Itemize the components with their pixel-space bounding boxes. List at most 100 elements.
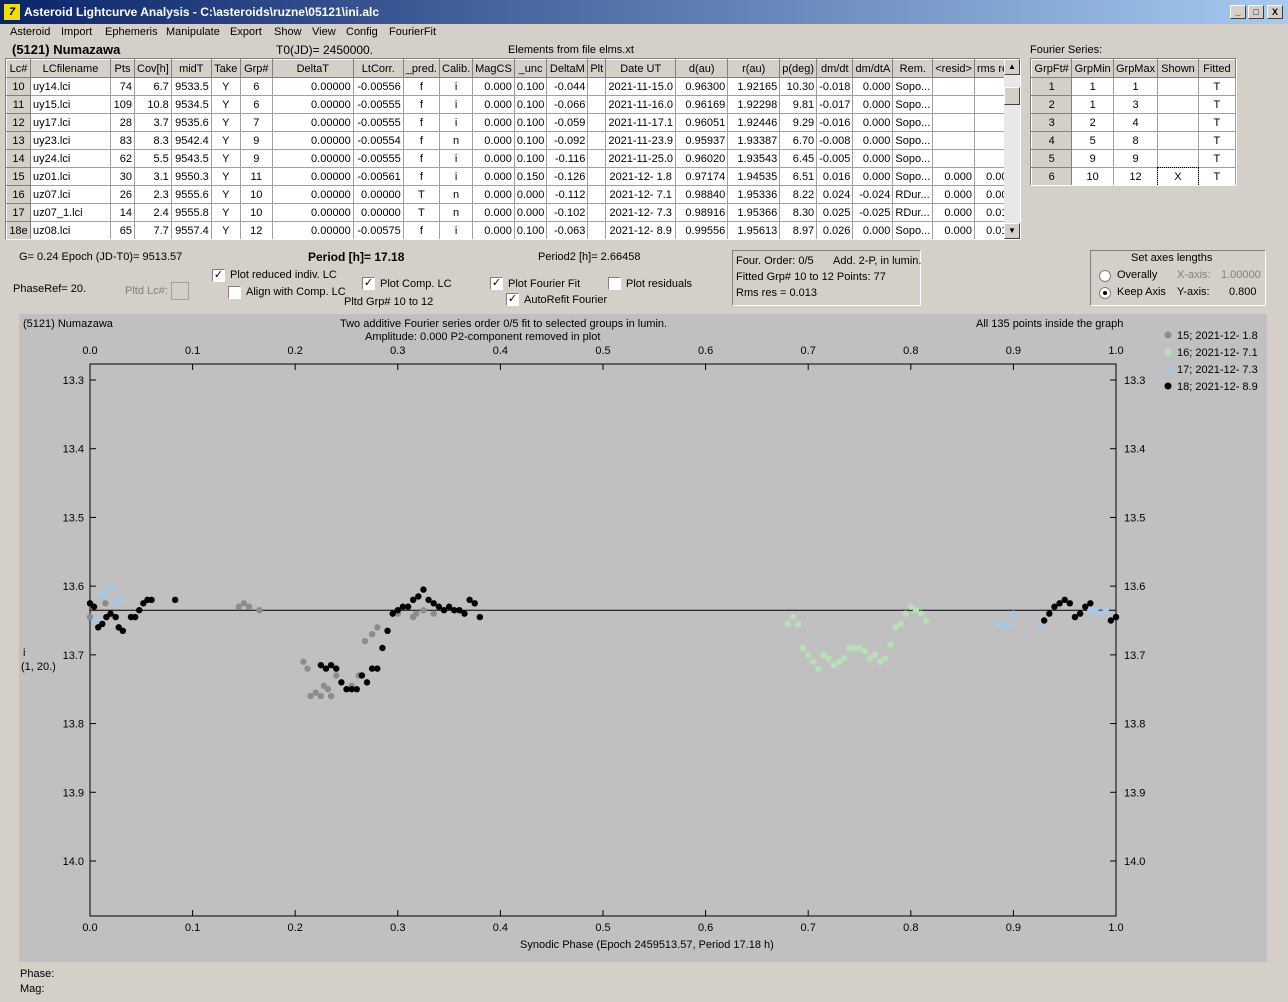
table-row[interactable]: 6 10 12 X T <box>1031 166 1236 185</box>
table-cell[interactable]: 4 <box>1112 113 1159 132</box>
table-cell[interactable]: uy23.lci <box>30 131 111 150</box>
table-cell[interactable]: 6.7 <box>134 77 172 96</box>
autorefit-checkbox[interactable]: ✓ <box>506 293 519 306</box>
table-cell[interactable]: 0.98840 <box>675 185 729 204</box>
fourier-column-header[interactable]: Shown <box>1157 59 1199 78</box>
table-cell[interactable]: 2021-12- 1.8 <box>605 167 677 186</box>
table-cell[interactable]: -0.00555 <box>352 113 404 132</box>
table-cell[interactable]: uy17.lci <box>30 113 111 132</box>
table-cell[interactable]: Sopo... <box>892 95 934 114</box>
table-cell[interactable]: 0.000 <box>472 221 515 239</box>
table-cell[interactable]: -0.00555 <box>352 95 404 114</box>
lc-column-header[interactable]: LCfilename <box>30 59 111 78</box>
table-cell[interactable]: i <box>438 113 474 132</box>
table-cell[interactable]: 0.000 <box>472 185 515 204</box>
table-cell[interactable]: 0.00000 <box>271 203 354 222</box>
table-cell[interactable]: T <box>402 185 441 204</box>
table-cell[interactable]: Y <box>210 113 241 132</box>
table-cell[interactable]: 0.00000 <box>271 149 354 168</box>
row-header[interactable]: 12 <box>6 113 31 132</box>
table-cell[interactable]: 10 <box>239 185 273 204</box>
fourier-column-header[interactable]: Fitted <box>1197 59 1236 78</box>
table-cell[interactable]: 0.96020 <box>675 149 729 168</box>
table-cell[interactable] <box>587 77 607 96</box>
row-header[interactable]: 18e <box>6 221 31 239</box>
table-cell[interactable] <box>1157 95 1199 114</box>
lc-column-header[interactable]: dm/dt <box>816 59 854 78</box>
table-cell[interactable]: 8.97 <box>779 221 818 239</box>
table-cell[interactable] <box>1157 149 1199 168</box>
table-cell[interactable]: 0.150 <box>513 167 548 186</box>
table-cell[interactable]: 6 <box>239 95 273 114</box>
table-cell[interactable]: 9550.3 <box>170 167 212 186</box>
table-row[interactable]: 213 T <box>1031 95 1236 114</box>
menu-export[interactable]: Export <box>230 26 262 38</box>
lightcurve-plot[interactable]: (5121) Numazawa Two additive Fourier ser… <box>19 314 1267 962</box>
lc-column-header[interactable]: Grp# <box>239 59 273 78</box>
row-header[interactable]: 1 <box>1031 77 1073 96</box>
lc-column-header[interactable]: Cov[h] <box>134 59 172 78</box>
table-cell[interactable]: -0.00554 <box>352 131 404 150</box>
table-cell[interactable]: uy14.lci <box>30 77 111 96</box>
table-cell[interactable]: 0.00000 <box>352 185 404 204</box>
table-cell[interactable]: -0.112 <box>546 185 589 204</box>
plot-comp-checkbox[interactable]: ✓ <box>362 277 375 290</box>
table-cell[interactable]: Sopo... <box>892 149 934 168</box>
table-cell[interactable]: 28 <box>110 113 135 132</box>
table-cell[interactable]: 0.016 <box>816 167 854 186</box>
table-cell[interactable]: 1 <box>1071 95 1114 114</box>
table-cell[interactable]: 2021-11-17.1 <box>605 113 677 132</box>
menu-fourierfit[interactable]: FourierFit <box>389 26 436 38</box>
table-cell[interactable]: 1.95336 <box>727 185 781 204</box>
table-cell[interactable]: 9542.4 <box>170 131 212 150</box>
table-cell[interactable]: Sopo... <box>892 167 934 186</box>
table-cell[interactable]: 0.100 <box>513 95 548 114</box>
fourier-column-header[interactable]: GrpMax <box>1112 59 1159 78</box>
table-cell[interactable]: 2 <box>1071 113 1114 132</box>
table-cell[interactable] <box>587 113 607 132</box>
table-cell[interactable]: 0.024 <box>816 185 854 204</box>
lc-column-header[interactable]: MagCS <box>472 59 515 78</box>
table-cell[interactable] <box>932 77 975 96</box>
row-header[interactable]: 10 <box>6 77 31 96</box>
table-cell[interactable]: 0.96169 <box>675 95 729 114</box>
table-cell[interactable]: 0.00000 <box>352 203 404 222</box>
table-row[interactable]: 15 uz01.lci 30 3.1 9550.3 Y 11 0.00000 -0.00561 f… <box>6 167 1017 186</box>
table-cell[interactable]: 1 <box>1112 77 1159 96</box>
table-cell[interactable]: 0.100 <box>513 131 548 150</box>
table-cell[interactable]: 3.7 <box>134 113 172 132</box>
table-cell[interactable]: 0.000 <box>852 113 894 132</box>
table-row[interactable]: 16 uz07.lci 26 2.3 9555.6 Y 10 0.00000 0.00000 Tn… <box>6 185 1017 204</box>
table-row[interactable]: 324 T <box>1031 113 1236 132</box>
table-cell[interactable]: 1.95366 <box>727 203 781 222</box>
lc-column-header[interactable]: DeltaM <box>546 59 589 78</box>
table-cell[interactable]: uz07_1.lci <box>30 203 111 222</box>
row-header[interactable]: 15 <box>6 167 31 186</box>
table-cell[interactable]: 0.000 <box>932 203 975 222</box>
table-cell[interactable] <box>1157 113 1199 132</box>
table-cell[interactable]: -0.024 <box>852 185 894 204</box>
lc-column-header[interactable]: p(deg) <box>779 59 818 78</box>
lc-column-header[interactable]: Date UT <box>605 59 677 78</box>
table-cell[interactable]: 0.000 <box>852 221 894 239</box>
table-cell[interactable]: -0.00556 <box>352 77 404 96</box>
table-cell[interactable]: 0.000 <box>852 167 894 186</box>
table-cell[interactable]: Y <box>210 167 241 186</box>
table-cell[interactable]: -0.044 <box>546 77 589 96</box>
table-cell[interactable]: 0.000 <box>472 131 515 150</box>
table-cell[interactable]: T <box>1197 149 1236 168</box>
table-cell[interactable]: -0.063 <box>546 221 589 239</box>
menu-ephemeris[interactable]: Ephemeris <box>105 26 158 38</box>
table-cell[interactable]: 9555.6 <box>170 185 212 204</box>
table-row[interactable]: 14 uy24.lci 62 5.5 9543.5 Y 9 0.00000 -0.00555 f i… <box>6 149 1017 168</box>
table-cell[interactable]: i <box>438 167 474 186</box>
table-cell[interactable]: 62 <box>110 149 135 168</box>
row-header[interactable]: 3 <box>1031 113 1073 132</box>
scroll-thumb[interactable] <box>1004 87 1020 105</box>
table-cell[interactable]: f <box>402 221 441 239</box>
table-cell[interactable]: 5.5 <box>134 149 172 168</box>
scroll-up-arrow-icon[interactable]: ▲ <box>1004 59 1020 75</box>
table-cell[interactable] <box>587 221 607 239</box>
table-cell[interactable] <box>587 149 607 168</box>
table-cell[interactable]: T <box>1197 113 1236 132</box>
